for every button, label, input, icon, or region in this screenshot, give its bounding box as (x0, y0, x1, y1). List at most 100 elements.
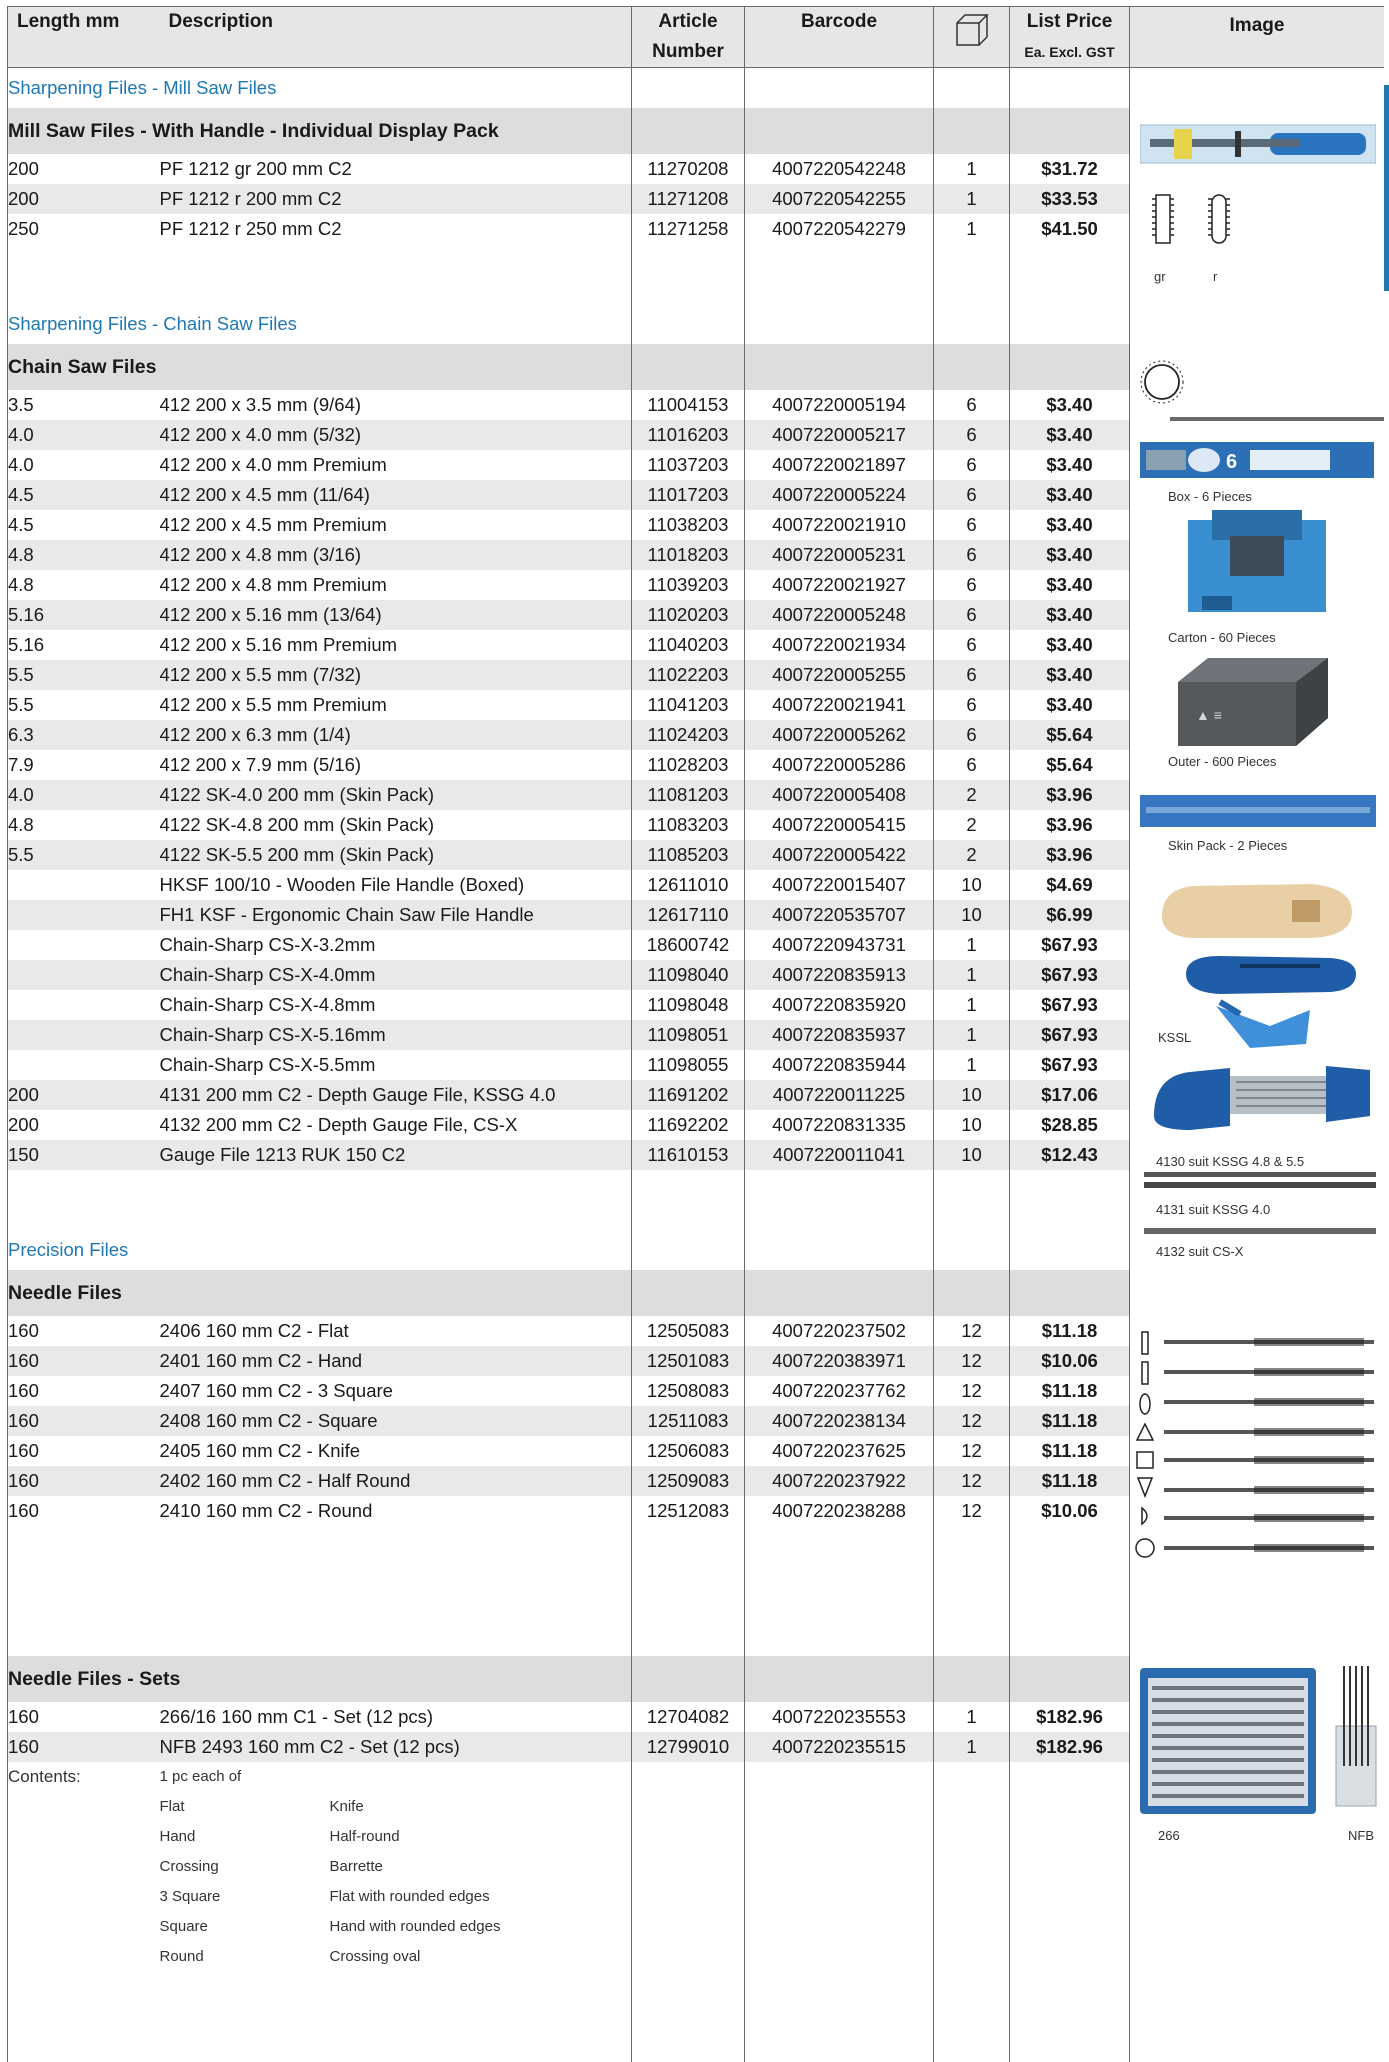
empty-cell (1010, 1230, 1130, 1270)
cell-list-price: $3.40 (1010, 510, 1130, 540)
empty-cell (745, 1762, 934, 2062)
group-heading: Needle Files - Sets (8, 1656, 632, 1702)
empty-cell (1010, 108, 1130, 154)
empty-cell (745, 274, 934, 304)
cell-barcode: 4007220005224 (745, 480, 934, 510)
caption-outer: Outer - 600 Pieces (1168, 754, 1276, 769)
cell-description: 4122 SK-4.0 200 mm (Skin Pack) (160, 780, 632, 810)
empty-cell (632, 344, 745, 390)
cell-description: Chain-Sharp CS-X-4.0mm (160, 960, 632, 990)
cell-pack-qty: 1 (934, 990, 1010, 1020)
empty-cell (934, 244, 1010, 274)
cell-article-number: 11098051 (632, 1020, 745, 1050)
cell-list-price: $3.40 (1010, 660, 1130, 690)
header-price: List PriceEa. Excl. GST (1010, 7, 1130, 68)
cell-article-number: 11083203 (632, 810, 745, 840)
cell-list-price: $3.40 (1010, 390, 1130, 420)
svg-text:6: 6 (1226, 451, 1237, 473)
cell-length: 4.5 (8, 510, 160, 540)
needle-file-sets-image (1140, 1666, 1380, 1816)
empty-cell (160, 1526, 632, 1556)
cell-barcode: 4007220005194 (745, 390, 934, 420)
cell-list-price: $3.40 (1010, 690, 1130, 720)
cell-barcode: 4007220237922 (745, 1466, 934, 1496)
cell-barcode: 4007220005422 (745, 840, 934, 870)
cell-pack-qty: 12 (934, 1346, 1010, 1376)
empty-cell (160, 1586, 632, 1616)
cell-barcode: 4007220835920 (745, 990, 934, 1020)
empty-cell (632, 1200, 745, 1230)
cell-pack-qty: 10 (934, 1080, 1010, 1110)
empty-cell (8, 274, 160, 304)
header-image-cell: Image (1130, 6, 1384, 68)
cell-pack-qty: 10 (934, 1110, 1010, 1140)
svg-text:▲ ≡: ▲ ≡ (1196, 707, 1222, 723)
empty-cell (745, 1586, 934, 1616)
cell-length: 160 (8, 1466, 160, 1496)
empty-cell (160, 1200, 632, 1230)
cell-pack-qty: 10 (934, 870, 1010, 900)
cell-barcode: 4007220015407 (745, 870, 934, 900)
cell-barcode: 4007220235553 (745, 1702, 934, 1732)
empty-cell (632, 244, 745, 274)
contents-item: Barrette (330, 1852, 560, 1882)
header-barcode: Barcode (745, 7, 934, 68)
cell-description: 4131 200 mm C2 - Depth Gauge File, KSSG … (160, 1080, 632, 1110)
empty-cell (8, 1526, 160, 1556)
cell-barcode: 4007220021910 (745, 510, 934, 540)
group-heading: Mill Saw Files - With Handle - Individua… (8, 108, 632, 154)
contents-item: Flat with rounded edges (330, 1882, 560, 1912)
cell-list-price: $11.18 (1010, 1316, 1130, 1346)
cell-length: 4.0 (8, 420, 160, 450)
cell-description: 2407 160 mm C2 - 3 Square (160, 1376, 632, 1406)
cell-description: 412 200 x 5.5 mm (7/32) (160, 660, 632, 690)
empty-cell (632, 1170, 745, 1200)
contents-item: Flat (160, 1792, 330, 1822)
cell-description: PF 1212 r 250 mm C2 (160, 214, 632, 244)
cell-pack-qty: 1 (934, 1732, 1010, 1762)
empty-cell (1010, 1270, 1130, 1316)
empty-cell (934, 1230, 1010, 1270)
box-6-pieces-image: 6 (1140, 442, 1374, 478)
contents-item: Hand with rounded edges (330, 1912, 560, 1942)
cell-article-number: 11004153 (632, 390, 745, 420)
contents-item: Crossing oval (330, 1942, 560, 1972)
empty-cell (632, 274, 745, 304)
cell-article-number: 18600742 (632, 930, 745, 960)
cell-pack-qty: 12 (934, 1376, 1010, 1406)
cell-length: 150 (8, 1140, 160, 1170)
cell-length: 6.3 (8, 720, 160, 750)
cell-barcode: 4007220835937 (745, 1020, 934, 1050)
cell-pack-qty: 6 (934, 660, 1010, 690)
cell-length: 3.5 (8, 390, 160, 420)
cell-barcode: 4007220835944 (745, 1050, 934, 1080)
cell-length (8, 1020, 160, 1050)
section-title: Sharpening Files - Chain Saw Files (8, 304, 632, 344)
cell-list-price: $12.43 (1010, 1140, 1130, 1170)
cell-barcode: 4007220542279 (745, 214, 934, 244)
empty-cell (632, 1526, 745, 1556)
cell-length: 4.5 (8, 480, 160, 510)
empty-cell (632, 1616, 745, 1656)
cell-description: 2405 160 mm C2 - Knife (160, 1436, 632, 1466)
empty-cell (160, 1170, 632, 1200)
empty-cell (745, 1170, 934, 1200)
cell-description: 4122 SK-5.5 200 mm (Skin Pack) (160, 840, 632, 870)
cell-article-number: 12611010 (632, 870, 745, 900)
cell-length: 4.8 (8, 810, 160, 840)
caption-4132: 4132 suit CS-X (1156, 1244, 1243, 1259)
cell-barcode: 4007220005286 (745, 750, 934, 780)
cell-article-number: 11022203 (632, 660, 745, 690)
caption-4130: 4130 suit KSSG 4.8 & 5.5 (1156, 1154, 1304, 1169)
cell-description: 412 200 x 4.8 mm (3/16) (160, 540, 632, 570)
cell-description: 412 200 x 4.0 mm (5/32) (160, 420, 632, 450)
cell-length: 160 (8, 1346, 160, 1376)
cell-barcode: 4007220831335 (745, 1110, 934, 1140)
cell-barcode: 4007220021934 (745, 630, 934, 660)
cell-list-price: $3.96 (1010, 840, 1130, 870)
cell-barcode: 4007220005217 (745, 420, 934, 450)
cell-list-price: $11.18 (1010, 1406, 1130, 1436)
empty-cell (632, 304, 745, 344)
cell-article-number: 12511083 (632, 1406, 745, 1436)
depth-gauge-4130-image (1144, 1172, 1376, 1190)
